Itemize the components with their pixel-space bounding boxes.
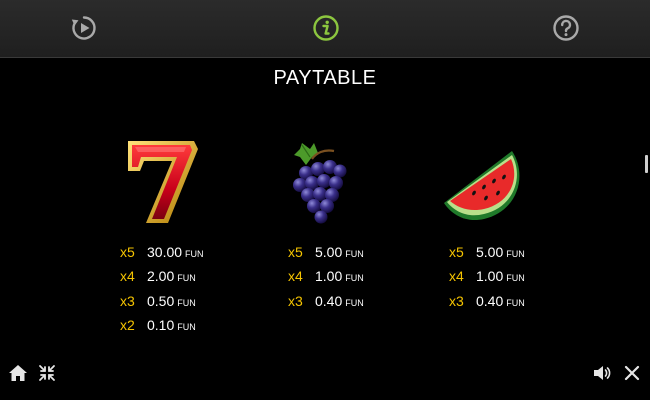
payout-amount: 0.10 bbox=[147, 316, 175, 333]
top-toolbar bbox=[0, 0, 650, 58]
watermelon-icon bbox=[436, 135, 536, 230]
payout-amount: 0.40 bbox=[476, 292, 504, 309]
payout-amount: 1.00 bbox=[315, 268, 343, 285]
multiplier: x5 bbox=[288, 244, 303, 260]
close-button[interactable] bbox=[622, 363, 642, 383]
pay-row: x3 0.50 FUN bbox=[120, 289, 240, 313]
pay-row: x4 1.00 FUN bbox=[449, 264, 569, 288]
multiplier: x5 bbox=[449, 244, 464, 260]
payout-amount: 2.00 bbox=[147, 268, 175, 285]
pay-row: x2 0.10 FUN bbox=[120, 313, 240, 337]
pay-row: x3 0.40 FUN bbox=[288, 289, 408, 313]
currency-label: FUN bbox=[177, 321, 196, 332]
multiplier: x4 bbox=[120, 268, 135, 285]
payout-amount: 30.00 bbox=[147, 244, 183, 260]
pay-row: x4 2.00 FUN bbox=[120, 264, 240, 288]
paytable-watermelon: x5 5.00 FUN x4 1.00 FUN x3 0.40 FUN bbox=[449, 240, 569, 313]
multiplier: x3 bbox=[288, 292, 303, 309]
multiplier: x3 bbox=[449, 292, 464, 309]
currency-label: FUN bbox=[345, 297, 364, 308]
grapes-icon bbox=[272, 135, 372, 230]
home-icon bbox=[9, 365, 27, 381]
payout-amount: 1.00 bbox=[476, 268, 504, 285]
payout-amount: 5.00 bbox=[315, 244, 343, 260]
pay-row: x3 0.40 FUN bbox=[449, 289, 569, 313]
pay-row: x4 1.00 FUN bbox=[288, 264, 408, 288]
scrollbar-thumb[interactable] bbox=[645, 155, 648, 173]
multiplier: x5 bbox=[120, 244, 135, 260]
home-button[interactable] bbox=[8, 363, 28, 383]
currency-label: FUN bbox=[185, 249, 204, 259]
multiplier: x4 bbox=[288, 268, 303, 285]
currency-label: FUN bbox=[345, 249, 364, 259]
currency-label: FUN bbox=[177, 297, 196, 308]
pay-row: x5 30.00 FUN bbox=[120, 240, 240, 264]
help-question-icon bbox=[553, 15, 579, 41]
seven-icon bbox=[110, 135, 210, 230]
currency-label: FUN bbox=[177, 273, 196, 284]
payout-amount: 0.40 bbox=[315, 292, 343, 309]
history-button[interactable] bbox=[70, 14, 98, 42]
paytable-grapes: x5 5.00 FUN x4 1.00 FUN x3 0.40 FUN bbox=[288, 240, 408, 313]
currency-label: FUN bbox=[345, 273, 364, 284]
sound-button[interactable] bbox=[592, 363, 612, 383]
paytable-seven: x5 30.00 FUN x4 2.00 FUN x3 0.50 FUN x2 0.10 FUN bbox=[120, 240, 240, 337]
multiplier: x2 bbox=[120, 316, 135, 333]
paytable-screen: PAYTABLE x5 30.00 FUN x4 2.00 FUN x3 0.5… bbox=[0, 0, 650, 400]
info-button[interactable] bbox=[312, 14, 340, 42]
help-button[interactable] bbox=[552, 14, 580, 42]
collapse-icon bbox=[39, 365, 55, 381]
currency-label: FUN bbox=[506, 249, 525, 259]
info-icon bbox=[313, 15, 339, 41]
pay-row: x5 5.00 FUN bbox=[288, 240, 408, 264]
payout-amount: 5.00 bbox=[476, 244, 504, 260]
payout-amount: 0.50 bbox=[147, 292, 175, 309]
currency-label: FUN bbox=[506, 297, 525, 308]
collapse-button[interactable] bbox=[37, 363, 57, 383]
multiplier: x4 bbox=[449, 268, 464, 285]
currency-label: FUN bbox=[506, 273, 525, 284]
sound-icon bbox=[594, 366, 611, 380]
pay-row: x5 5.00 FUN bbox=[449, 240, 569, 264]
history-replay-icon bbox=[71, 16, 96, 40]
page-title: PAYTABLE bbox=[273, 67, 377, 89]
scrollbar[interactable] bbox=[644, 58, 650, 400]
close-icon bbox=[624, 365, 640, 381]
multiplier: x3 bbox=[120, 292, 135, 309]
